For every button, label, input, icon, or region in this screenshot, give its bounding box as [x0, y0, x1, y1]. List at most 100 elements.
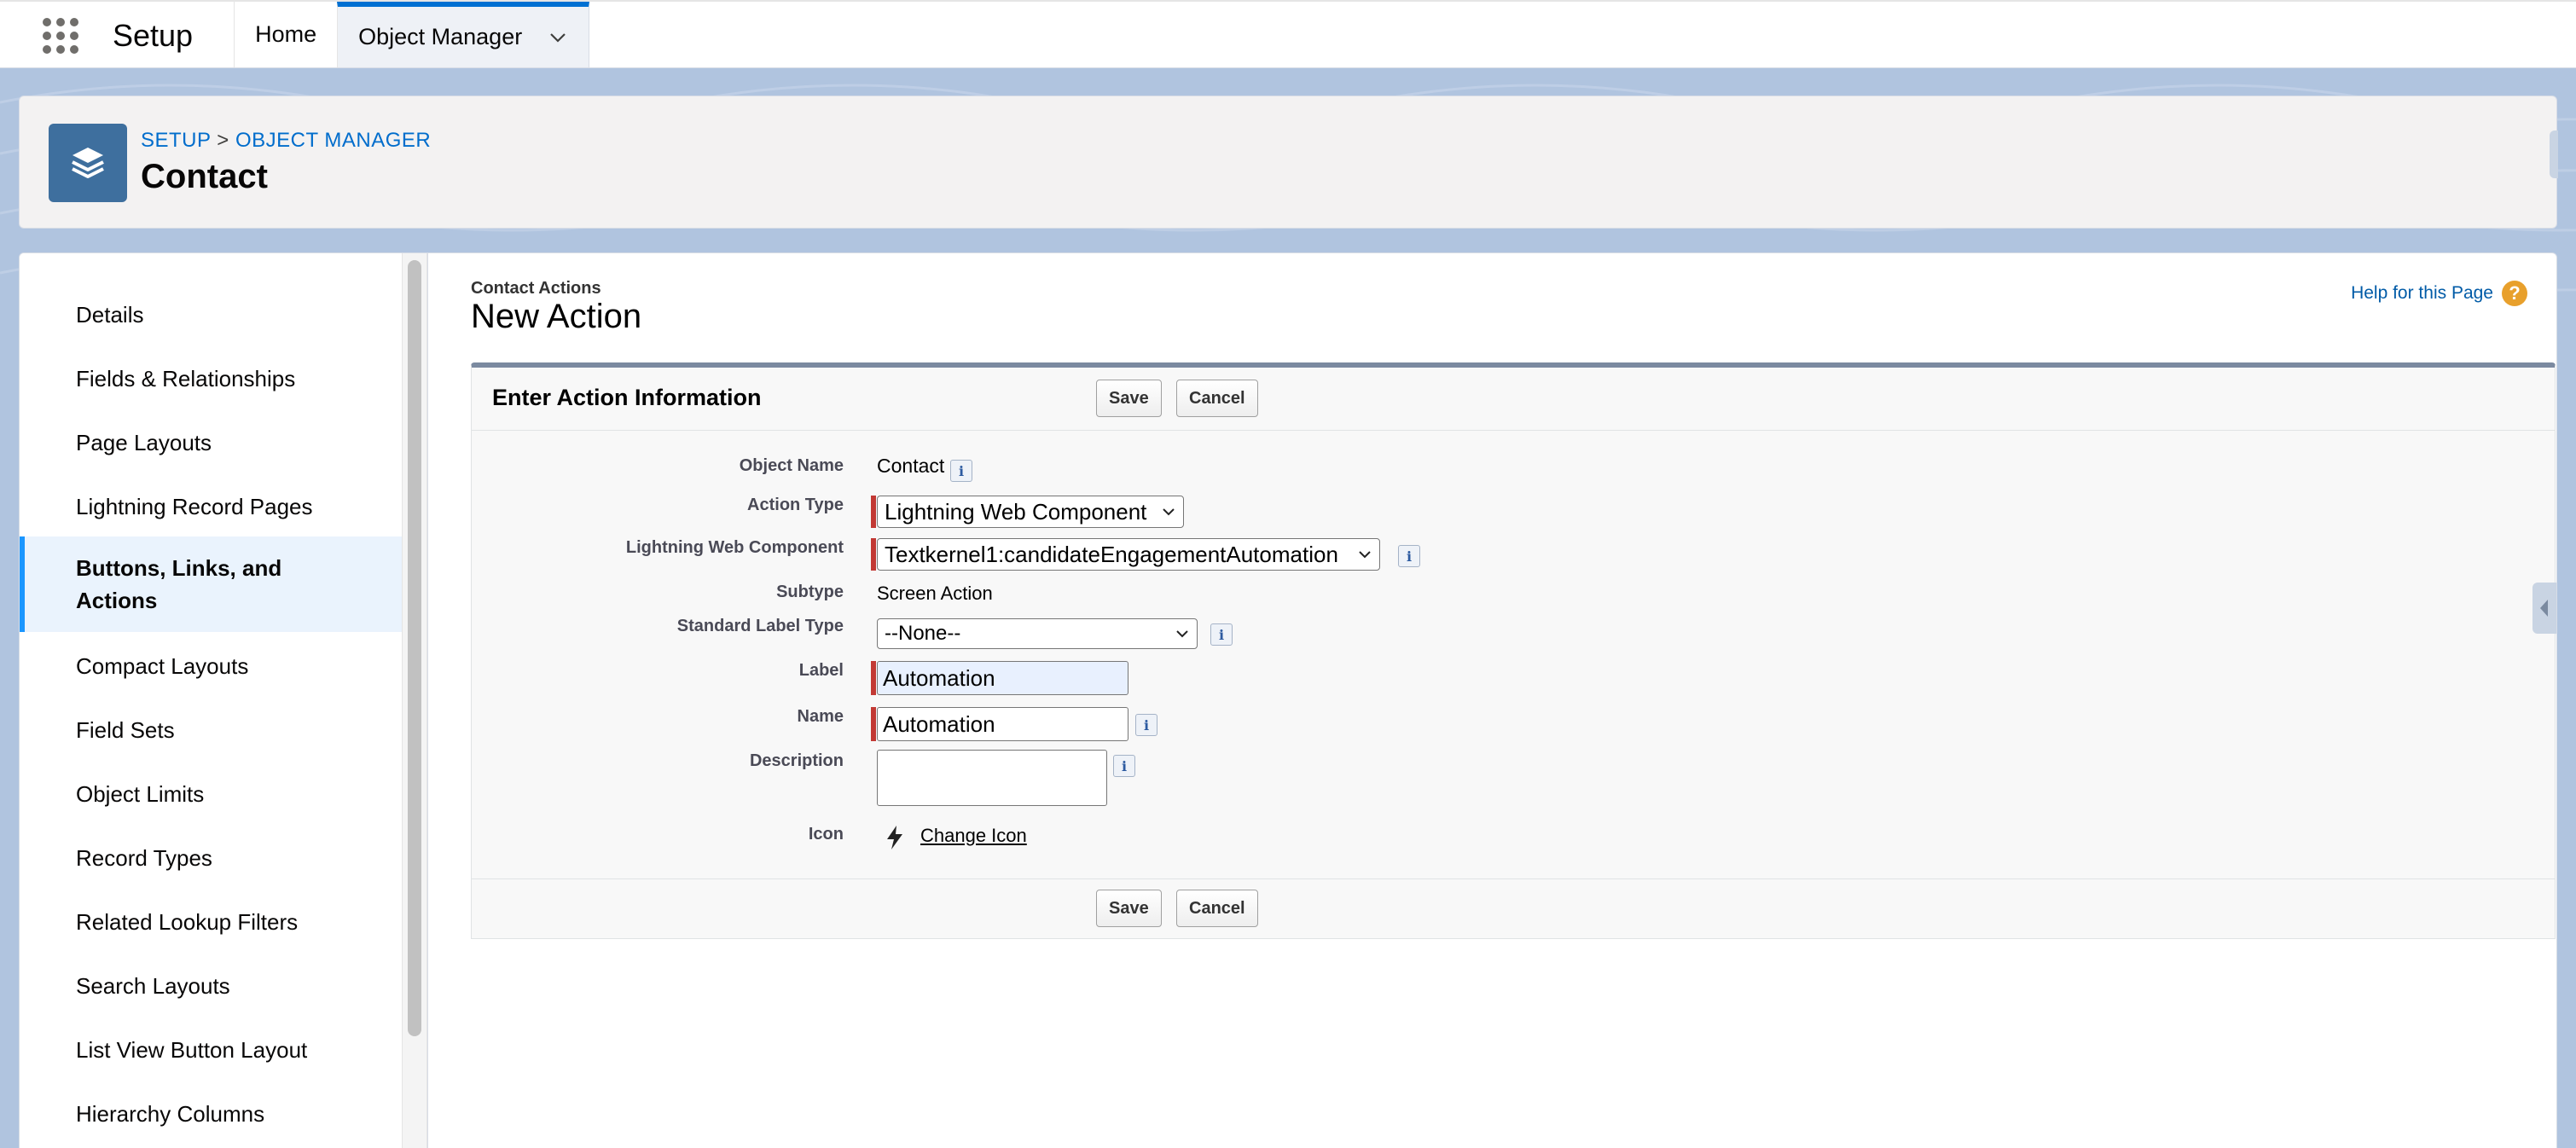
- label-icon: Icon: [808, 825, 844, 844]
- sidebar-scrollbar[interactable]: [402, 253, 427, 1148]
- sidebar-item-list-view-button-layout[interactable]: List View Button Layout: [20, 1019, 402, 1081]
- sidebar-item-label: Related Lookup Filters: [76, 908, 299, 935]
- sidebar-item-object-limits[interactable]: Object Limits: [20, 763, 402, 825]
- sidebar-item-related-lookup-filters[interactable]: Related Lookup Filters: [20, 891, 402, 953]
- sidebar-item-lightning-record-pages[interactable]: Lightning Record Pages: [20, 476, 402, 537]
- standard-label-type-select[interactable]: --None--: [877, 618, 1198, 649]
- chevron-down-icon: [1359, 551, 1371, 559]
- sidebar-item-label: Compact Layouts: [76, 652, 249, 679]
- sidebar-item-field-sets[interactable]: Field Sets: [20, 699, 402, 761]
- label-object-name: Object Name: [739, 456, 844, 475]
- sidebar-item-buttons-links-actions[interactable]: Buttons, Links, and Actions: [20, 536, 402, 632]
- save-button-top[interactable]: Save: [1096, 380, 1162, 417]
- layers-icon: [49, 124, 127, 202]
- form-header: Enter Action Information Save Cancel: [472, 368, 2555, 431]
- required-indicator: [871, 661, 876, 695]
- info-icon[interactable]: i: [1398, 545, 1420, 567]
- sidebar-item-record-types[interactable]: Record Types: [20, 827, 402, 889]
- breadcrumb: SETUP > OBJECT MANAGER: [141, 129, 431, 153]
- form-footer: Save Cancel: [472, 878, 2555, 938]
- value-subtype: Screen Action: [877, 583, 993, 604]
- chevron-down-icon[interactable]: [548, 27, 568, 48]
- change-icon-link[interactable]: Change Icon: [920, 825, 1027, 847]
- sidebar-item-label: Fields & Relationships: [76, 365, 296, 391]
- sidebar-item-label: Search Layouts: [76, 972, 230, 999]
- row-description: Description i: [472, 743, 2555, 806]
- sidebar-item-label: Details: [76, 301, 144, 328]
- sidebar-item-search-layouts[interactable]: Search Layouts: [20, 955, 402, 1017]
- header-edge-tab[interactable]: [2550, 130, 2558, 178]
- help-link[interactable]: Help for this Page ?: [2351, 281, 2527, 306]
- info-icon[interactable]: i: [950, 460, 972, 482]
- app-name: Setup: [113, 18, 194, 53]
- label-description: Description: [749, 751, 844, 770]
- content-title: New Action: [471, 298, 642, 335]
- row-icon: Icon Change Icon: [472, 816, 2555, 850]
- sidebar-item-label: Page Layouts: [76, 429, 212, 455]
- help-icon: ?: [2502, 281, 2527, 306]
- action-form: Enter Action Information Save Cancel Obj…: [471, 362, 2556, 939]
- label-lwc: Lightning Web Component: [625, 538, 844, 557]
- save-button-bottom[interactable]: Save: [1096, 890, 1162, 927]
- content-area: Contact Actions New Action Help for this…: [427, 253, 2556, 1148]
- info-icon[interactable]: i: [1210, 623, 1233, 646]
- description-textarea[interactable]: [877, 750, 1107, 806]
- sidebar-item-label: Field Sets: [76, 716, 175, 743]
- value-object-name: Contact: [877, 455, 945, 477]
- sidebar-scrollbar-thumb[interactable]: [408, 260, 421, 1036]
- global-nav: Setup Home Object Manager: [0, 0, 2576, 68]
- chevron-down-icon: [1163, 508, 1175, 516]
- page-title: Contact: [141, 158, 268, 195]
- object-header: SETUP > OBJECT MANAGER Contact: [19, 96, 2558, 229]
- required-indicator: [871, 707, 876, 741]
- cancel-button-bottom[interactable]: Cancel: [1176, 890, 1258, 927]
- sidebar-item-label: Buttons, Links, and Actions: [76, 555, 282, 613]
- label-subtype: Subtype: [776, 583, 844, 601]
- breadcrumb-separator: >: [217, 129, 229, 152]
- sidebar-item-details[interactable]: Details: [20, 284, 402, 345]
- sidebar-item-page-layouts[interactable]: Page Layouts: [20, 412, 402, 473]
- lwc-value: Textkernel1:candidateEngagementAutomatio…: [885, 541, 1338, 567]
- label-name: Name: [797, 707, 844, 726]
- standard-label-type-value: --None--: [885, 622, 961, 645]
- chevron-down-icon: [1176, 630, 1188, 638]
- label-input[interactable]: [877, 661, 1128, 695]
- panel-toggle-tab[interactable]: [2532, 583, 2556, 634]
- action-type-select[interactable]: Lightning Web Component: [877, 496, 1184, 528]
- tab-home[interactable]: Home: [234, 2, 337, 67]
- sidebar-item-label: Lightning Record Pages: [76, 493, 313, 519]
- required-indicator: [871, 496, 876, 528]
- label-action-type: Action Type: [747, 496, 844, 514]
- form-title: Enter Action Information: [492, 385, 762, 410]
- sidebar-item-compact-layouts[interactable]: Compact Layouts: [20, 635, 402, 697]
- help-link-label: Help for this Page: [2351, 283, 2493, 303]
- row-subtype: Subtype Screen Action: [472, 576, 2555, 610]
- info-icon[interactable]: i: [1135, 714, 1157, 736]
- row-lwc: Lightning Web Component Textkernel1:cand…: [472, 535, 2555, 571]
- sidebar-nav: Details Fields & Relationships Page Layo…: [20, 253, 402, 1148]
- sidebar-item-label: Hierarchy Columns: [76, 1100, 265, 1127]
- tab-home-label: Home: [255, 21, 317, 47]
- sidebar-item-label: Object Limits: [76, 780, 205, 807]
- row-action-type: Action Type Lightning Web Component: [472, 492, 2555, 528]
- breadcrumb-setup[interactable]: SETUP: [141, 129, 211, 152]
- action-type-value: Lightning Web Component: [885, 498, 1147, 525]
- cancel-button-top[interactable]: Cancel: [1176, 380, 1258, 417]
- sidebar-item-fields-relationships[interactable]: Fields & Relationships: [20, 348, 402, 409]
- lwc-select[interactable]: Textkernel1:candidateEngagementAutomatio…: [877, 538, 1380, 571]
- info-icon[interactable]: i: [1113, 755, 1135, 777]
- sidebar-item-label: Record Types: [76, 844, 212, 871]
- row-object-name: Object Name Contact i: [472, 453, 2555, 487]
- name-input[interactable]: [877, 707, 1128, 741]
- app-launcher-icon[interactable]: [34, 2, 87, 70]
- breadcrumb-object-manager[interactable]: OBJECT MANAGER: [235, 129, 431, 152]
- label-standard-label-type: Standard Label Type: [676, 617, 844, 635]
- row-standard-label-type: Standard Label Type --None-- i: [472, 610, 2555, 649]
- tab-object-manager-label: Object Manager: [358, 24, 523, 49]
- sidebar-item-hierarchy-columns[interactable]: Hierarchy Columns: [20, 1083, 402, 1145]
- main-container: Details Fields & Relationships Page Layo…: [19, 252, 2557, 1148]
- sidebar-item-label: List View Button Layout: [76, 1036, 308, 1063]
- lightning-bolt-icon: [887, 826, 902, 849]
- tab-object-manager[interactable]: Object Manager: [337, 2, 590, 67]
- label-label: Label: [798, 661, 844, 680]
